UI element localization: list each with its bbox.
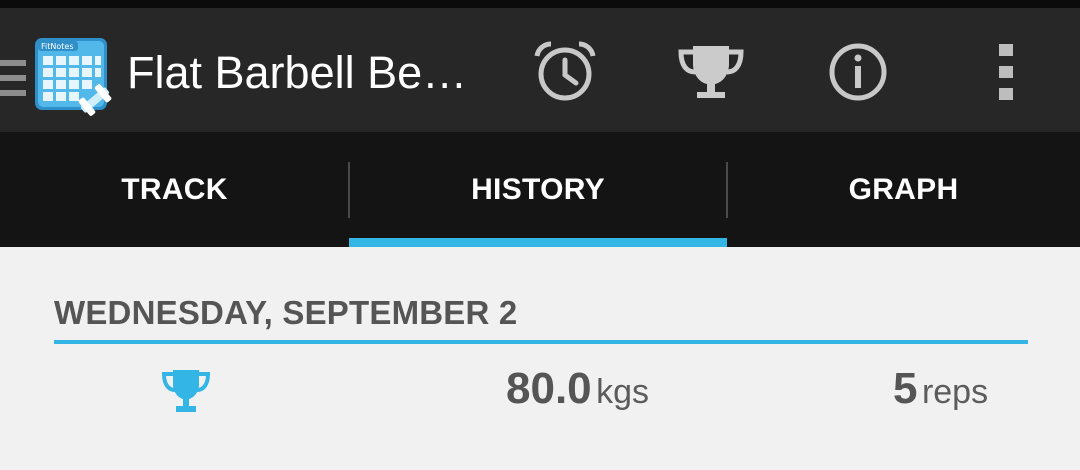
weight-unit: kgs <box>596 373 650 411</box>
weight-value: 80.0 <box>506 364 592 413</box>
page-title: Flat Barbell Be… <box>127 47 468 98</box>
tab-bar: TRACK HISTORY GRAPH <box>0 132 1080 247</box>
app-logo-icon[interactable]: FitNotes <box>33 34 113 116</box>
tab-track[interactable]: TRACK <box>0 132 349 247</box>
tab-history[interactable]: HISTORY <box>349 132 727 247</box>
up-navigation-icon[interactable] <box>0 58 26 98</box>
set-weight: 80.0 kgs <box>506 364 649 414</box>
tab-label: TRACK <box>121 173 228 206</box>
date-divider <box>54 340 1028 344</box>
alarm-clock-icon <box>534 41 596 101</box>
set-reps: 5 reps <box>893 364 988 414</box>
selected-tab-indicator <box>349 238 727 247</box>
tab-label: HISTORY <box>471 173 605 206</box>
tab-graph[interactable]: GRAPH <box>727 132 1080 247</box>
exercise-info-button[interactable] <box>822 36 894 108</box>
app-logo-text: FitNotes <box>41 42 73 51</box>
rest-timer-button[interactable] <box>529 36 601 108</box>
status-bar <box>0 0 1080 8</box>
records-button[interactable] <box>675 36 747 108</box>
tab-label: GRAPH <box>848 173 959 206</box>
action-bar: FitNotes Flat Barbell Be… <box>0 8 1080 132</box>
trophy-icon <box>678 46 744 98</box>
overflow-menu-button[interactable] <box>970 36 1042 108</box>
more-vert-icon <box>999 44 1013 100</box>
reps-value: 5 <box>893 364 918 413</box>
personal-record-trophy-icon <box>161 370 211 412</box>
history-set-row[interactable]: 80.0 kgs 5 reps <box>0 350 1080 430</box>
history-date-header: WEDNESDAY, SEPTEMBER 2 <box>54 294 518 331</box>
reps-unit: reps <box>921 373 989 411</box>
info-icon <box>829 43 887 101</box>
